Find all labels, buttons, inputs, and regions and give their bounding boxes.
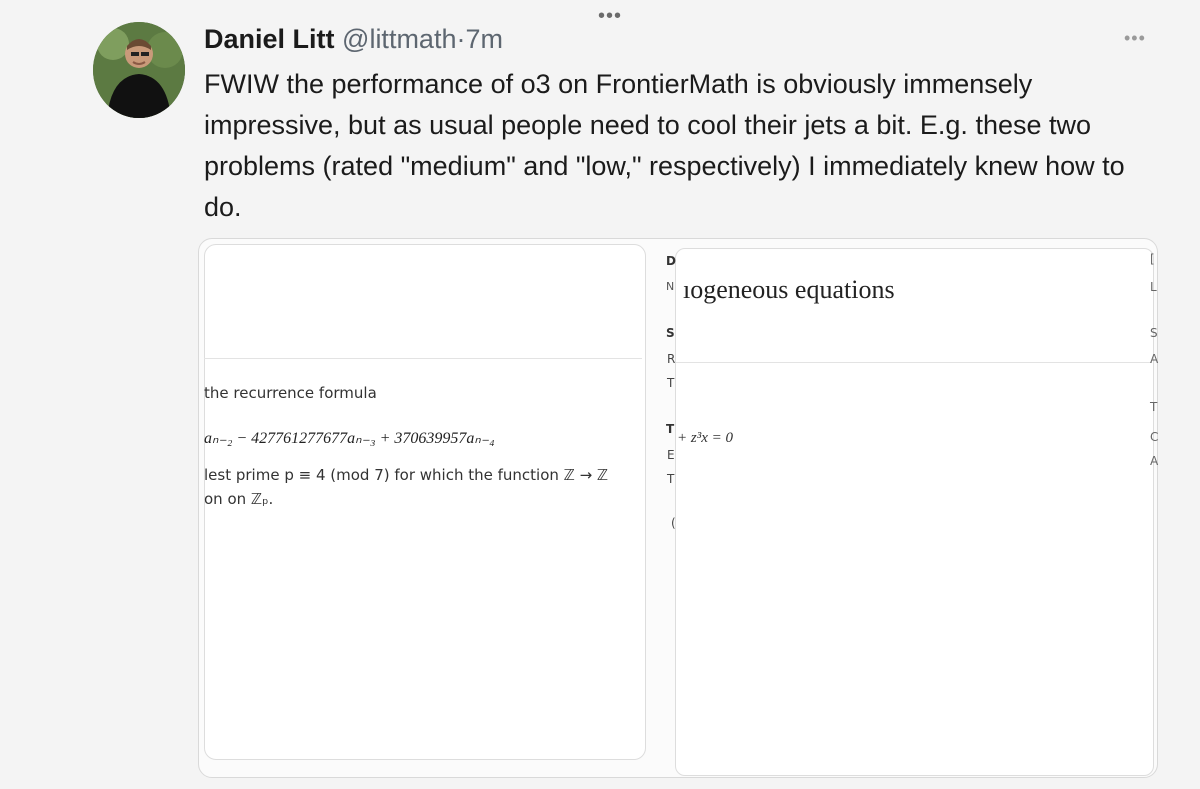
avatar[interactable] — [93, 22, 185, 118]
image-right-panel[interactable] — [675, 248, 1154, 776]
edge-letter: A — [1150, 454, 1159, 468]
more-options-icon[interactable]: ••• — [1124, 28, 1146, 49]
recurrence-label: the recurrence formula — [204, 384, 377, 402]
timestamp[interactable]: 7m — [465, 24, 503, 54]
side-letter: D — [666, 254, 676, 268]
tweet-header: Daniel Litt @littmath·7m — [204, 22, 503, 56]
title-leading-letter: N — [666, 280, 675, 293]
side-letter: S — [666, 326, 675, 340]
edge-letter: L — [1150, 280, 1157, 294]
edge-letter: S — [1150, 326, 1158, 340]
edge-letter: C — [1150, 430, 1159, 444]
side-letter: T — [667, 376, 675, 390]
author-handle[interactable]: @littmath — [342, 24, 456, 54]
equation-fragment: + z³x = 0 — [677, 430, 733, 446]
tweet-text: FWIW the performance of o3 on FrontierMa… — [204, 69, 1125, 222]
prime-condition-line-2: on on ℤₚ. — [204, 490, 274, 508]
handle-dots: ••• — [598, 5, 623, 27]
edge-letter: T — [1150, 400, 1158, 414]
divider — [204, 358, 642, 359]
author-name[interactable]: Daniel Litt — [204, 24, 335, 54]
side-letter: R — [667, 352, 676, 366]
side-letter: ( — [671, 516, 676, 530]
prime-condition-line: lest prime p ≡ 4 (mod 7) for which the f… — [204, 466, 609, 484]
equation-title: ıogeneous equations — [683, 275, 895, 304]
side-letter: E — [667, 448, 675, 462]
side-letter: T — [667, 472, 675, 486]
edge-letter: A — [1150, 352, 1159, 366]
edge-letter: [ — [1150, 252, 1155, 266]
side-letter: T — [666, 422, 675, 436]
recurrence-equation: aₙ₋₂ − 427761277677aₙ₋₃ + 370639957aₙ₋₄ — [204, 430, 495, 447]
divider — [676, 362, 1152, 363]
